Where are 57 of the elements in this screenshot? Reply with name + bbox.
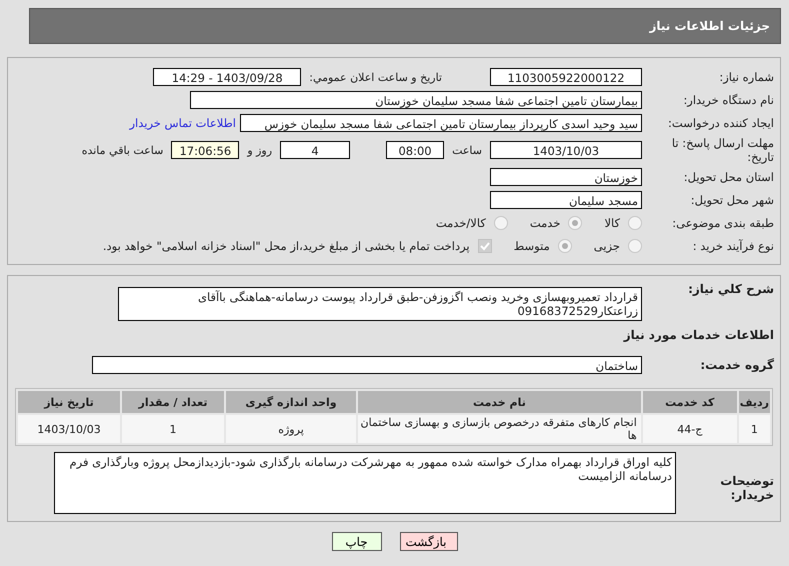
checkbox[interactable]: [478, 239, 492, 253]
radio-button[interactable]: [568, 216, 582, 230]
print-button[interactable]: چاپ: [332, 532, 382, 551]
column-header: نام خدمت: [358, 391, 641, 413]
table-cell: ج-44: [642, 415, 737, 443]
field-label: شرح کلي نیاز:: [687, 282, 775, 296]
days-field: 4: [280, 141, 350, 159]
field-label: نام دستگاه خریدار:: [682, 93, 775, 107]
column-header: تاریخ نیاز: [18, 391, 120, 413]
radio-label: کالا: [604, 216, 620, 230]
field-label: نوع فرآیند خرید :: [692, 239, 775, 253]
radio-label: خدمت: [530, 216, 560, 230]
buyer-name-field: بیمارستان تامین اجتماعی شفا مسجد سلیمان خوزستان: [190, 91, 642, 109]
need-number-field: 1103005922000122: [490, 68, 642, 86]
table-cell: پروژه: [226, 415, 356, 443]
column-header: تعداد / مقدار: [122, 391, 224, 413]
radio-label: متوسط: [514, 239, 550, 253]
radio-button[interactable]: [558, 239, 572, 253]
days-label: روز و: [247, 144, 272, 156]
remaining-time-field: 17:06:56: [171, 141, 240, 159]
table-cell: 1: [122, 415, 224, 443]
section-heading: اطلاعات خدمات مورد نیاز: [624, 327, 775, 342]
province-field: خوزستان: [490, 168, 642, 186]
notes-textarea[interactable]: کلیه اوراق قرارداد بهمراه مدارک خواسته شده ممهور به مهرشرکت درسامانه بارگذاری شود-بازدیدازمحل پروژه وبارگذاری فرم درسامانه الزامیست: [54, 452, 676, 514]
deadline-date-field: 1403/10/03: [490, 141, 642, 159]
radio-button[interactable]: [628, 239, 642, 253]
creator-field: سید وحید اسدی کارپرداز بیمارستان تامین اجتماعی شفا مسجد سلیمان خوزس: [240, 114, 642, 132]
column-header: کد خدمت: [642, 391, 737, 413]
column-header: واحد اندازه گیری: [226, 391, 356, 413]
radio-button[interactable]: [628, 216, 642, 230]
back-button[interactable]: بازگشت: [400, 532, 458, 551]
announce-date-field: 1403/09/28 - 14:29: [153, 68, 302, 86]
radio-label: جزیی: [594, 239, 620, 253]
field-label: تاریخ و ساعت اعلان عمومي:: [309, 70, 442, 84]
time-label: ساعت: [452, 144, 482, 156]
radio-button[interactable]: [494, 216, 508, 230]
field-label: استان محل تحویل:: [682, 170, 775, 184]
checkbox-label: پرداخت تمام یا بخشی از مبلغ خرید،از محل "اسناد خزانه اسلامی" خواهد بود.: [102, 239, 470, 253]
field-label: توضیحات خریدار:: [719, 473, 775, 502]
radio-label: کالا/خدمت: [436, 216, 486, 230]
field-label: شهر محل تحویل:: [690, 193, 775, 207]
buyer-contact-link[interactable]: اطلاعات تماس خریدار: [129, 116, 236, 130]
column-header: ردیف: [738, 391, 770, 413]
table-cell: 1403/10/03: [18, 415, 120, 443]
table-cell: 1: [738, 415, 770, 443]
field-label: شماره نیاز:: [718, 70, 775, 84]
page-title: جزئیات اطلاعات نیاز: [29, 8, 781, 44]
city-field: مسجد سلیمان: [490, 191, 642, 209]
field-label: مهلت ارسال پاسخ: تا تاریخ:: [670, 136, 775, 164]
field-label: ایجاد کننده درخواست:: [667, 116, 775, 130]
summary-textarea[interactable]: قرارداد تعمیروبهسازی وخرید ونصب اگزوزفن-طبق قرارداد پیوست درسامانه-هماهنگی باآقای زراعتکار09168372529: [118, 287, 642, 321]
table-cell: انجام کارهای متفرقه درخصوص بازسازی و بهسازی ساختمان ها: [358, 415, 641, 443]
field-label: گروه خدمت:: [699, 358, 775, 372]
remaining-label: ساعت باقي مانده: [82, 144, 164, 156]
deadline-time-field: 08:00: [386, 141, 444, 159]
service-group-field: ساختمان: [92, 356, 642, 374]
field-label: طبقه بندی موضوعی:: [671, 216, 775, 230]
